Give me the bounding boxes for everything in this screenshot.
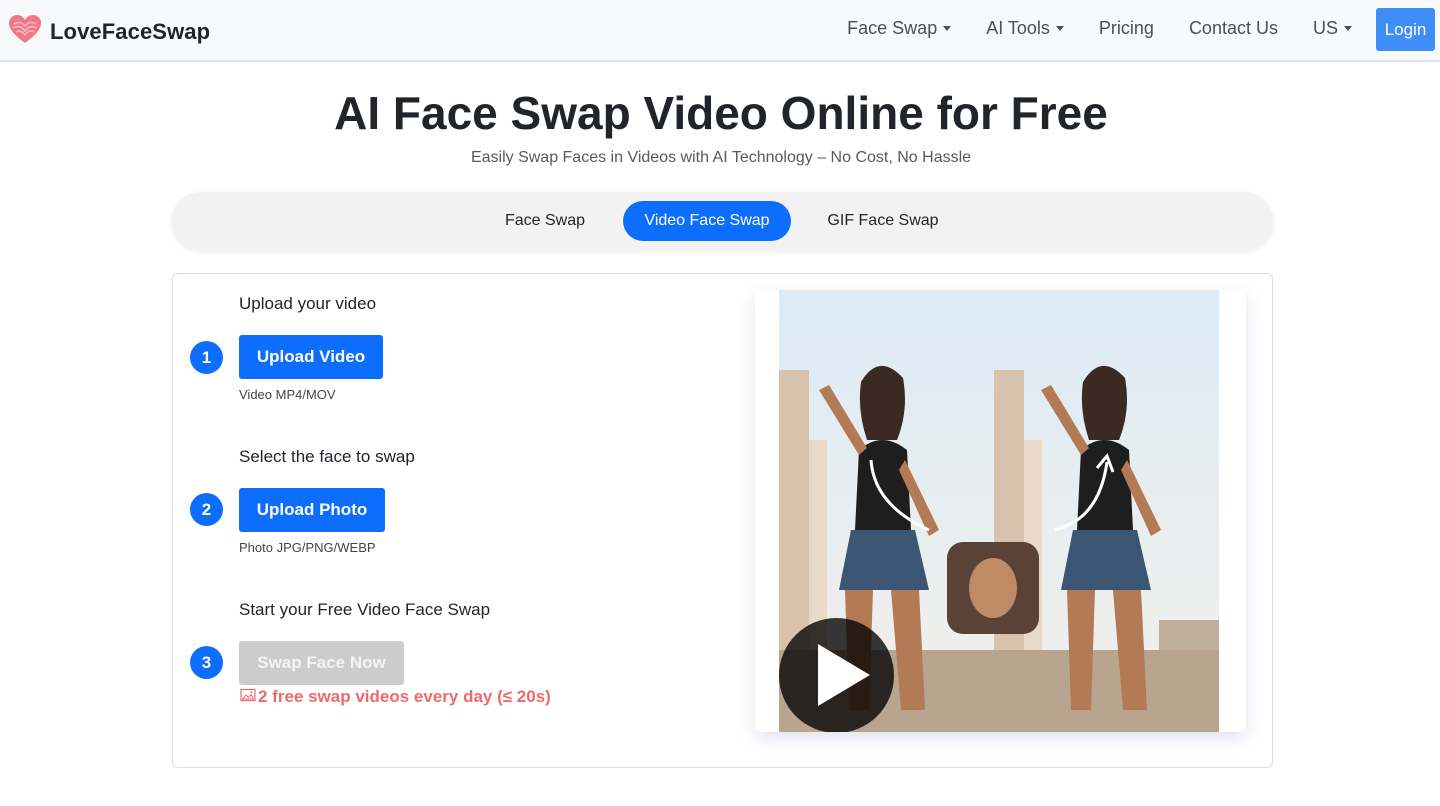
top-navbar: LoveFaceSwap Face Swap AI Tools Pricing … <box>0 0 1440 62</box>
demo-video-preview[interactable] <box>755 290 1246 732</box>
tool-tabs: Face Swap Video Face Swap GIF Face Swap <box>172 192 1273 250</box>
chevron-down-icon <box>1055 26 1064 31</box>
photo-format-hint: Photo JPG/PNG/WEBP <box>239 540 376 555</box>
nav-language-selector[interactable]: US <box>1313 18 1352 39</box>
play-icon[interactable] <box>818 644 870 706</box>
chevron-down-icon <box>943 26 952 31</box>
upload-photo-button[interactable]: Upload Photo <box>239 488 385 532</box>
step-1-number: 1 <box>190 341 223 374</box>
step-3-number: 3 <box>190 646 223 679</box>
main-nav: Face Swap AI Tools Pricing Contact Us US <box>812 18 1352 39</box>
step-2-title: Select the face to swap <box>239 447 415 466</box>
brand[interactable]: LoveFaceSwap <box>8 14 210 49</box>
upload-video-button[interactable]: Upload Video <box>239 335 383 379</box>
nav-pricing-label: Pricing <box>1098 18 1154 38</box>
nav-face-swap-label: Face Swap <box>847 18 938 38</box>
image-icon <box>240 687 256 707</box>
step-3-title: Start your Free Video Face Swap <box>239 600 491 619</box>
nav-contact-us[interactable]: Contact Us <box>1189 18 1278 39</box>
free-quota-text: 2 free swap videos every day (≤ 20s) <box>258 687 551 706</box>
brand-name: LoveFaceSwap <box>50 18 211 44</box>
nav-ai-tools-label: AI Tools <box>986 18 1050 38</box>
video-format-hint: Video MP4/MOV <box>239 387 336 402</box>
nav-ai-tools[interactable]: AI Tools <box>986 18 1064 39</box>
heart-logo-icon <box>8 14 42 49</box>
step-1-title: Upload your video <box>239 294 377 313</box>
step-2-number: 2 <box>190 493 223 526</box>
swap-tool-card: Upload your video 1 Upload Video Video M… <box>172 273 1273 768</box>
chevron-down-icon <box>1344 26 1352 31</box>
tab-gif-face-swap[interactable]: GIF Face Swap <box>812 201 954 241</box>
tab-video-face-swap[interactable]: Video Face Swap <box>623 201 791 241</box>
nav-language-label: US <box>1312 18 1338 38</box>
tab-face-swap[interactable]: Face Swap <box>490 201 600 241</box>
free-quota-note: 2 free swap videos every day (≤ 20s) <box>240 687 551 707</box>
page-subtitle: Easily Swap Faces in Videos with AI Tech… <box>470 149 972 166</box>
nav-pricing[interactable]: Pricing <box>1099 18 1154 39</box>
login-button[interactable]: Login <box>1376 8 1435 51</box>
nav-contact-us-label: Contact Us <box>1188 18 1278 38</box>
swap-face-now-button[interactable]: Swap Face Now <box>239 641 404 685</box>
nav-face-swap[interactable]: Face Swap <box>847 18 952 39</box>
page-title: AI Face Swap Video Online for Free <box>334 87 1108 139</box>
